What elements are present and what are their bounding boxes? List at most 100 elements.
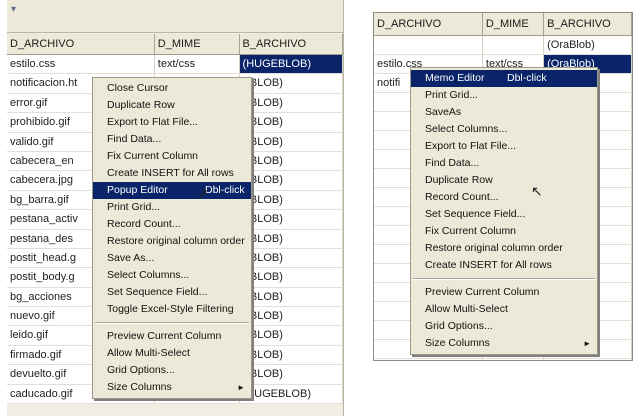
menu-item-label: Print Grid... [107, 201, 161, 213]
menu-item-create-insert-for-all-rows[interactable]: Create INSERT for All rows [93, 165, 251, 182]
table-cell[interactable]: EBLOB) [240, 365, 343, 384]
table-cell[interactable]: EBLOB) [240, 229, 343, 248]
menu-item-label: Size Columns [107, 381, 172, 393]
table-cell[interactable]: EBLOB) [240, 74, 343, 93]
table-cell[interactable]: EBLOB) [240, 326, 343, 345]
menu-item-select-columns[interactable]: Select Columns... [411, 121, 597, 138]
menu-item-size-columns[interactable]: Size Columns ► [411, 335, 597, 352]
menu-separator [413, 278, 595, 280]
menu-item-label: Toggle Excel-Style Filtering [107, 303, 234, 315]
table-cell[interactable]: text/css [155, 55, 240, 74]
menu-item-label: Create INSERT for All rows [107, 167, 234, 179]
menu-item-label: Popup Editor [107, 184, 168, 196]
left-grid-header: D_ARCHIVO D_MIME B_ARCHIVO [7, 34, 343, 55]
menu-item-print-grid[interactable]: Print Grid... [411, 87, 597, 104]
menu-item-grid-options[interactable]: Grid Options... [93, 362, 251, 379]
menu-item-allow-multi-select[interactable]: Allow Multi-Select [93, 345, 251, 362]
menu-item-duplicate-row[interactable]: Duplicate Row [93, 97, 251, 114]
menu-item-allow-multi-select[interactable]: Allow Multi-Select [411, 301, 597, 318]
menu-item-label: Set Sequence Field... [425, 208, 526, 220]
menu-item-duplicate-row[interactable]: Duplicate Row [411, 172, 597, 189]
menu-item-export-to-flat-file[interactable]: Export to Flat File... [411, 138, 597, 155]
menu-item-grid-options[interactable]: Grid Options... [411, 318, 597, 335]
menu-item-close-cursor[interactable]: Close Cursor [93, 80, 251, 97]
menu-item-size-columns[interactable]: Size Columns ► [93, 379, 251, 396]
menu-item-restore-original-column-order[interactable]: Restore original column order [411, 240, 597, 257]
menu-item-popup-editor[interactable]: Popup Editor Dbl-click [93, 182, 251, 199]
table-cell[interactable]: EBLOB) [240, 171, 343, 190]
menu-item-create-insert-for-all-rows[interactable]: Create INSERT for All rows [411, 257, 597, 274]
table-cell[interactable] [374, 36, 483, 54]
table-cell[interactable]: EBLOB) [240, 345, 343, 365]
menu-item-label: Export to Flat File... [107, 116, 199, 128]
menu-item-label: Allow Multi-Select [107, 347, 190, 359]
table-row[interactable]: estilo.css text/css (HUGEBLOB) [7, 55, 343, 75]
menu-item-label: Print Grid... [425, 89, 479, 101]
right-context-menu: Memo Editor Dbl-click Print Grid... SaveAs S… [410, 67, 598, 355]
menu-item-fix-current-column[interactable]: Fix Current Column [411, 223, 597, 240]
column-header-d-archivo[interactable]: D_ARCHIVO [374, 13, 483, 35]
menu-item-memo-editor[interactable]: Memo Editor Dbl-click [411, 70, 597, 87]
menu-item-restore-original-column-order[interactable]: Restore original column order [93, 233, 251, 250]
menu-item-label: Find Data... [107, 133, 162, 145]
table-row[interactable]: (OraBlob) [374, 36, 632, 55]
menu-item-label: Memo Editor [425, 72, 485, 84]
table-cell[interactable]: EBLOB) [240, 268, 343, 287]
menu-item-shortcut: Dbl-click [205, 184, 245, 196]
table-cell[interactable]: EBLOB) [240, 93, 343, 113]
table-cell[interactable]: ob) [544, 359, 632, 360]
menu-item-label: Preview Current Column [107, 330, 222, 342]
menu-item-saveas[interactable]: SaveAs [411, 104, 597, 121]
table-cell[interactable]: (OraBlob) [544, 36, 632, 54]
menu-item-find-data[interactable]: Find Data... [411, 155, 597, 172]
menu-item-label: Fix Current Column [107, 150, 199, 162]
menu-item-label: Size Columns [425, 337, 490, 349]
menu-item-select-columns[interactable]: Select Columns... [93, 267, 251, 284]
left-grid-toolbar: ▾ [7, 0, 343, 33]
mouse-cursor-icon: ➚ [197, 185, 209, 201]
table-cell[interactable]: EBLOB) [240, 132, 343, 151]
menu-item-label: Select Columns... [107, 269, 190, 281]
menu-item-label: Allow Multi-Select [425, 303, 508, 315]
column-header-d-mime[interactable]: D_MIME [155, 34, 240, 54]
menu-item-save-as[interactable]: Save As... [93, 250, 251, 267]
table-cell[interactable]: estilo.css [7, 55, 155, 74]
column-header-b-archivo[interactable]: B_ARCHIVO [240, 34, 343, 54]
table-cell[interactable]: EBLOB) [240, 210, 343, 229]
table-cell[interactable]: (HUGEBLOB) [240, 384, 343, 404]
menu-item-label: Select Columns... [425, 123, 508, 135]
table-cell[interactable] [374, 359, 483, 360]
table-cell[interactable]: EBLOB) [240, 190, 343, 210]
menu-item-toggle-excel-style-filtering[interactable]: Toggle Excel-Style Filtering [93, 301, 251, 318]
table-row[interactable]: ob) [374, 359, 632, 360]
table-cell[interactable] [483, 359, 545, 360]
menu-item-record-count[interactable]: Record Count... [93, 216, 251, 233]
menu-item-set-sequence-field[interactable]: Set Sequence Field... [411, 206, 597, 223]
right-grid-header: D_ARCHIVO D_MIME B_ARCHIVO [374, 13, 632, 36]
menu-item-label: Grid Options... [425, 320, 493, 332]
menu-item-label: Record Count... [107, 218, 181, 230]
menu-item-export-to-flat-file[interactable]: Export to Flat File... [93, 114, 251, 131]
menu-item-print-grid[interactable]: Print Grid... [93, 199, 251, 216]
menu-item-label: Fix Current Column [425, 225, 517, 237]
table-cell[interactable]: EBLOB) [240, 248, 343, 268]
table-cell[interactable]: (HUGEBLOB) [239, 55, 343, 74]
menu-item-preview-current-column[interactable]: Preview Current Column [93, 328, 251, 345]
menu-item-find-data[interactable]: Find Data... [93, 131, 251, 148]
mouse-cursor-icon: ↖ [531, 183, 543, 199]
table-cell[interactable]: EBLOB) [240, 113, 343, 132]
table-cell[interactable]: EBLOB) [240, 151, 343, 171]
menu-item-label: Save As... [107, 252, 155, 264]
menu-item-fix-current-column[interactable]: Fix Current Column [93, 148, 251, 165]
table-cell[interactable]: EBLOB) [240, 307, 343, 326]
column-header-d-mime[interactable]: D_MIME [483, 13, 545, 35]
column-header-d-archivo[interactable]: D_ARCHIVO [7, 34, 155, 54]
table-cell[interactable] [483, 36, 545, 54]
column-header-b-archivo[interactable]: B_ARCHIVO [544, 13, 632, 35]
menu-item-label: Restore original column order [107, 235, 245, 247]
menu-item-label: Grid Options... [107, 364, 175, 376]
menu-item-record-count[interactable]: Record Count... [411, 189, 597, 206]
table-cell[interactable]: EBLOB) [240, 287, 343, 307]
menu-item-set-sequence-field[interactable]: Set Sequence Field... [93, 284, 251, 301]
menu-item-preview-current-column[interactable]: Preview Current Column [411, 284, 597, 301]
